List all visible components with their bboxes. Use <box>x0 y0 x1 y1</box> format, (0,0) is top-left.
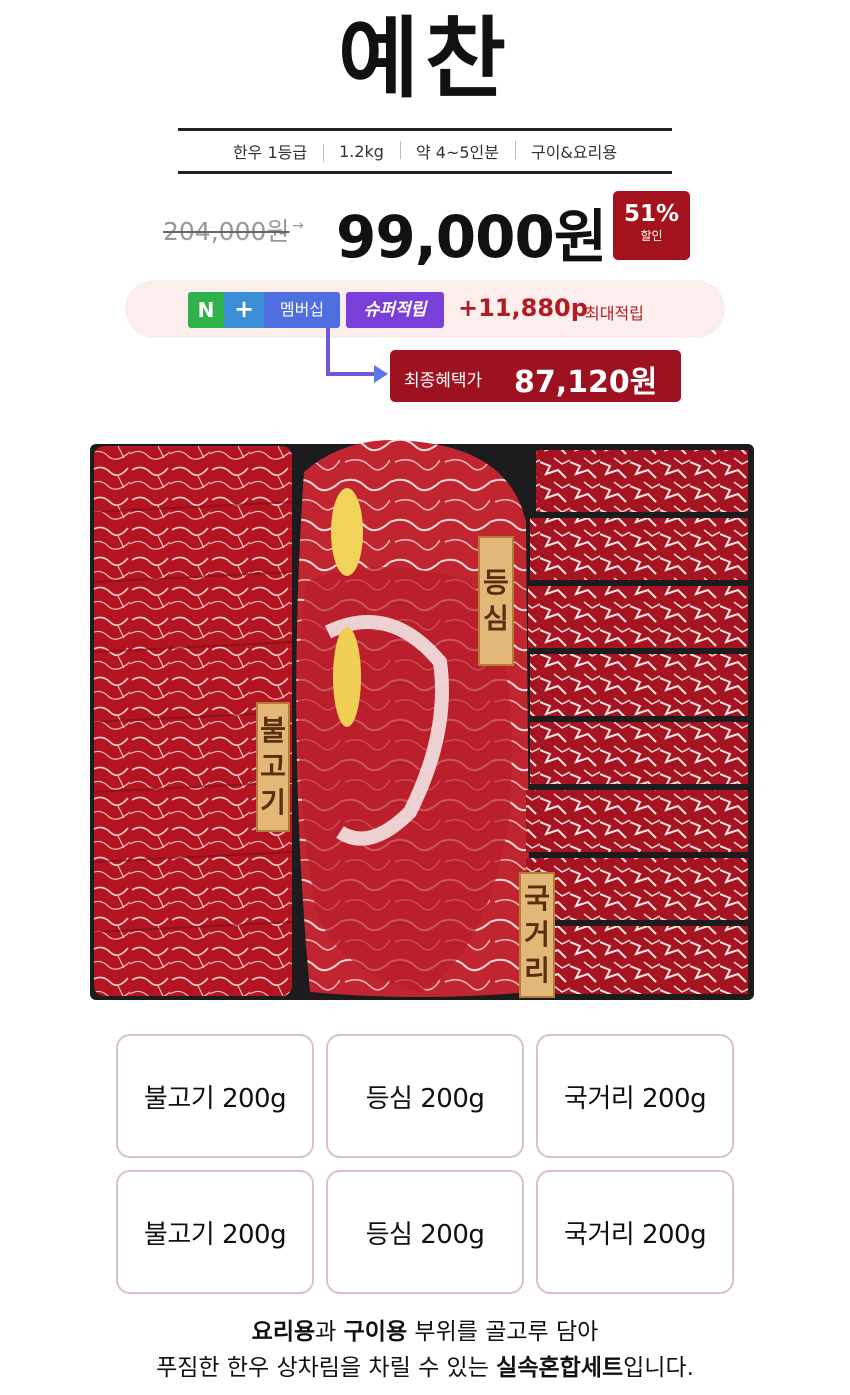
discount-percent: 51% <box>623 201 680 227</box>
highlight-text: 구이용 <box>343 1319 408 1345</box>
naver-n-icon: N <box>188 292 224 328</box>
discount-badge: 51% 할인 <box>613 191 690 260</box>
original-price: 204,000원 <box>163 217 290 246</box>
final-price-label: 최종혜택가 <box>404 371 483 391</box>
meat-tray-image <box>90 440 754 1000</box>
highlight-text: 실속혼합세트 <box>496 1355 624 1381</box>
tag-char: 심 <box>483 602 509 635</box>
tag-gukgeori: 국 거 리 <box>519 872 555 998</box>
final-price: 87,120원 <box>514 365 658 400</box>
card-deungsim: 등심 200g <box>326 1034 524 1158</box>
tag-char: 리 <box>524 954 550 987</box>
product-description: 요리용과 구이용 부위를 골고루 담아 푸짐한 한우 상차림을 차릴 수 있는 … <box>0 1314 850 1386</box>
tag-deungsim: 등 심 <box>478 536 514 666</box>
max-points: +11,880p <box>458 294 588 322</box>
membership-badge: 멤버십 <box>264 292 340 328</box>
tag-char: 국 <box>524 882 550 915</box>
card-bulgogi: 불고기 200g <box>116 1170 314 1294</box>
description-text: 입니다. <box>623 1355 694 1381</box>
card-gukgeori: 국거리 200g <box>536 1170 734 1294</box>
elbow-arrow-icon <box>326 326 388 383</box>
description-line-2: 푸짐한 한우 상차림을 차릴 수 있는 실속혼합세트입니다. <box>0 1350 850 1386</box>
card-deungsim: 등심 200g <box>326 1170 524 1294</box>
product-photo <box>90 432 754 1002</box>
discount-label: 할인 <box>640 229 663 243</box>
tag-bulgogi: 불 고 기 <box>256 702 290 832</box>
description-text: 과 <box>315 1319 344 1345</box>
max-points-label: 최대적립 <box>585 304 644 323</box>
highlight-text: 요리용 <box>251 1319 316 1345</box>
product-title: 예찬 <box>338 6 512 110</box>
tag-char: 거 <box>524 918 550 951</box>
spec-servings: 약 4~5인분 <box>399 139 515 163</box>
final-price-box: 최종혜택가 87,120원 <box>390 350 681 402</box>
description-line-1: 요리용과 구이용 부위를 골고루 담아 <box>0 1314 850 1350</box>
tag-char: 고 <box>260 750 286 783</box>
spec-weight: 1.2kg <box>323 142 400 162</box>
sale-price: 99,000원 <box>336 203 607 271</box>
tag-char: 등 <box>483 566 509 599</box>
card-bulgogi: 불고기 200g <box>116 1034 314 1158</box>
arrow-right-icon: → <box>292 218 304 234</box>
spec-usage: 구이&요리용 <box>514 139 633 163</box>
spec-grade: 한우 1등급 <box>232 143 308 162</box>
tag-char: 불 <box>260 714 286 747</box>
tag-char: 기 <box>260 786 286 819</box>
super-points-badge: 슈퍼적립 <box>346 292 444 328</box>
card-gukgeori: 국거리 200g <box>536 1034 734 1158</box>
description-text: 부위를 골고루 담아 <box>407 1319 599 1345</box>
plus-icon: + <box>224 292 264 328</box>
description-text: 푸짐한 한우 상차림을 차릴 수 있는 <box>156 1355 497 1381</box>
spec-bar: 한우 1등급 1.2kg 약 4~5인분 구이&요리용 <box>178 128 672 174</box>
